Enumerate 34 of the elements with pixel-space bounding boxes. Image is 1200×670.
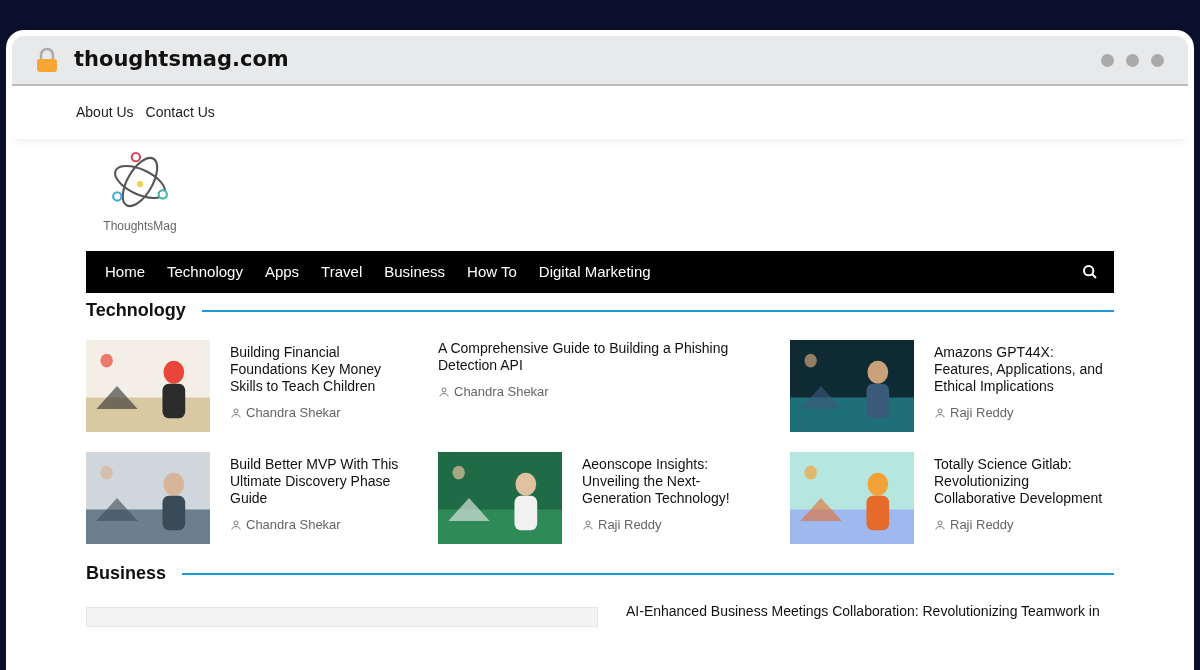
article-title[interactable]: Building Financial Foundations Key Money Skills to Teach Children <box>230 344 410 395</box>
author-name[interactable]: Raji Reddy <box>950 515 1014 535</box>
nav-link[interactable]: Business <box>373 260 457 284</box>
logo-text: ThoughtsMag <box>103 218 177 235</box>
article-title[interactable]: Aeonscope Insights: Unveiling the Next-Generation Technology! <box>582 456 762 507</box>
article-title[interactable]: Build Better MVP With This Ultimate Discovery Phase Guide <box>230 456 410 507</box>
nav-link[interactable]: Home <box>94 260 156 284</box>
author-name[interactable]: Chandra Shekar <box>246 403 341 423</box>
nav-link[interactable]: Technology <box>156 260 254 284</box>
author-name[interactable]: Chandra Shekar <box>246 515 341 535</box>
nav-link[interactable]: Apps <box>253 260 311 284</box>
person-icon <box>230 518 242 531</box>
person-icon <box>934 518 946 531</box>
person-icon <box>230 406 242 419</box>
nav-link[interactable]: Travel <box>310 260 374 284</box>
lock-icon <box>36 47 58 73</box>
author-name[interactable]: Raji Reddy <box>598 515 662 535</box>
article-title[interactable]: Totally Science Gitlab: Revolutionizing Collaborative Development <box>934 456 1114 507</box>
top-link[interactable]: About Us <box>76 102 134 123</box>
section-heading: Business <box>86 562 167 585</box>
url-text: thoughtsmag.com <box>74 46 289 74</box>
nav-link[interactable]: Digital Marketing <box>527 260 662 284</box>
person-icon <box>934 406 946 419</box>
person-icon <box>582 518 594 531</box>
article-title[interactable]: A Comprehensive Guide to Building a Phishing Detection API <box>438 340 762 374</box>
person-icon <box>438 385 450 398</box>
section-heading: Technology <box>86 299 186 322</box>
author-name[interactable]: Chandra Shekar <box>454 382 549 402</box>
author-name[interactable]: Raji Reddy <box>950 403 1014 423</box>
nav-link[interactable]: How To <box>456 260 528 284</box>
article-title[interactable]: Amazons GPT44X: Features, Applications, and Ethical Implications <box>934 344 1114 395</box>
top-link[interactable]: Contact Us <box>145 102 215 123</box>
article-title[interactable]: AI-Enhanced Business Meetings Collaboration: Revolutionizing Teamwork in <box>626 603 1100 620</box>
search-icon[interactable] <box>1082 264 1098 280</box>
